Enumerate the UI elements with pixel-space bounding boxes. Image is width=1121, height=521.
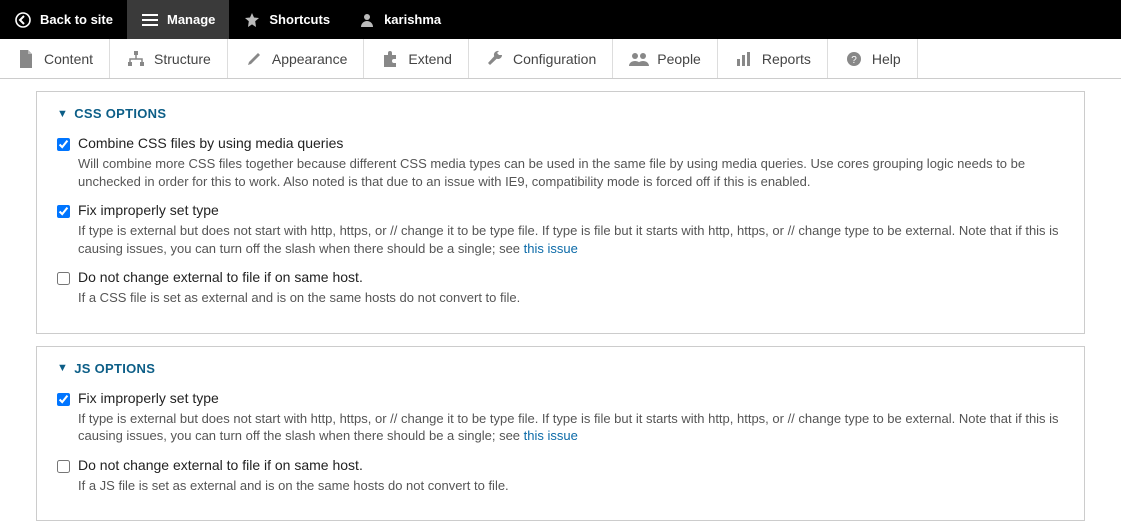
css-options-summary[interactable]: ▼ CSS OPTIONS: [37, 106, 1084, 131]
document-icon: [16, 49, 36, 69]
tab-reports-label: Reports: [762, 51, 811, 67]
back-to-site-link[interactable]: Back to site: [0, 0, 127, 39]
opt-fix-css-type-checkbox[interactable]: [57, 205, 70, 218]
opt-fix-js-type: Fix improperly set type If type is exter…: [37, 386, 1084, 453]
svg-text:?: ?: [851, 55, 857, 66]
opt-js-no-change-external-label: Do not change external to file if on sam…: [78, 457, 363, 473]
hamburger-icon: [141, 11, 159, 29]
opt-fix-js-type-checkbox[interactable]: [57, 393, 70, 406]
page-content: ▼ CSS OPTIONS Combine CSS files by using…: [0, 91, 1121, 521]
tab-extend-label: Extend: [408, 51, 452, 67]
opt-combine-css-desc: Will combine more CSS files together bec…: [78, 155, 1064, 190]
opt-fix-css-type: Fix improperly set type If type is exter…: [37, 198, 1084, 265]
chart-icon: [734, 49, 754, 69]
opt-css-no-change-external-row[interactable]: Do not change external to file if on sam…: [57, 269, 1064, 285]
back-arrow-icon: [14, 11, 32, 29]
opt-css-no-change-external: Do not change external to file if on sam…: [37, 265, 1084, 315]
tab-configuration-label: Configuration: [513, 51, 596, 67]
brush-icon: [244, 49, 264, 69]
opt-fix-js-type-label: Fix improperly set type: [78, 390, 219, 406]
tab-structure-label: Structure: [154, 51, 211, 67]
shortcuts-label: Shortcuts: [269, 12, 330, 27]
opt-fix-css-type-label: Fix improperly set type: [78, 202, 219, 218]
wrench-icon: [485, 49, 505, 69]
caret-down-icon: ▼: [57, 108, 68, 120]
tab-help-label: Help: [872, 51, 901, 67]
back-to-site-label: Back to site: [40, 12, 113, 27]
opt-js-no-change-external: Do not change external to file if on sam…: [37, 453, 1084, 503]
css-options-title: CSS OPTIONS: [74, 106, 166, 121]
user-menu[interactable]: karishma: [344, 0, 455, 39]
puzzle-icon: [380, 49, 400, 69]
user-label: karishma: [384, 12, 441, 27]
js-options-fieldset: ▼ JS OPTIONS Fix improperly set type If …: [36, 346, 1085, 521]
admin-topbar: Back to site Manage Shortcuts karishma: [0, 0, 1121, 39]
js-options-summary[interactable]: ▼ JS OPTIONS: [37, 361, 1084, 386]
tab-appearance[interactable]: Appearance: [228, 39, 365, 78]
css-options-fieldset: ▼ CSS OPTIONS Combine CSS files by using…: [36, 91, 1085, 334]
this-issue-link-css[interactable]: this issue: [524, 241, 578, 256]
tab-content-label: Content: [44, 51, 93, 67]
opt-fix-js-type-row[interactable]: Fix improperly set type: [57, 390, 1064, 406]
opt-css-no-change-external-label: Do not change external to file if on sam…: [78, 269, 363, 285]
tab-appearance-label: Appearance: [272, 51, 348, 67]
opt-css-no-change-external-checkbox[interactable]: [57, 272, 70, 285]
opt-combine-css-checkbox[interactable]: [57, 138, 70, 151]
tab-structure[interactable]: Structure: [110, 39, 228, 78]
tab-content[interactable]: Content: [0, 39, 110, 78]
js-options-title: JS OPTIONS: [74, 361, 155, 376]
tab-configuration[interactable]: Configuration: [469, 39, 613, 78]
opt-fix-js-type-desc: If type is external but does not start w…: [78, 410, 1064, 445]
opt-combine-css-label: Combine CSS files by using media queries: [78, 135, 343, 151]
opt-css-no-change-external-desc: If a CSS file is set as external and is …: [78, 289, 1064, 307]
opt-js-no-change-external-checkbox[interactable]: [57, 460, 70, 473]
shortcuts-link[interactable]: Shortcuts: [229, 0, 344, 39]
people-icon: [629, 49, 649, 69]
tab-help[interactable]: ? Help: [828, 39, 918, 78]
opt-fix-css-type-row[interactable]: Fix improperly set type: [57, 202, 1064, 218]
help-icon: ?: [844, 49, 864, 69]
opt-js-no-change-external-desc: If a JS file is set as external and is o…: [78, 477, 1064, 495]
tab-extend[interactable]: Extend: [364, 39, 469, 78]
manage-label: Manage: [167, 12, 215, 27]
manage-link[interactable]: Manage: [127, 0, 229, 39]
caret-down-icon: ▼: [57, 362, 68, 374]
opt-fix-css-type-desc: If type is external but does not start w…: [78, 222, 1064, 257]
opt-js-no-change-external-row[interactable]: Do not change external to file if on sam…: [57, 457, 1064, 473]
sitemap-icon: [126, 49, 146, 69]
opt-combine-css: Combine CSS files by using media queries…: [37, 131, 1084, 198]
tab-people[interactable]: People: [613, 39, 718, 78]
admin-menu: Content Structure Appearance Extend Conf…: [0, 39, 1121, 79]
this-issue-link-js[interactable]: this issue: [524, 428, 578, 443]
tab-reports[interactable]: Reports: [718, 39, 828, 78]
star-icon: [243, 11, 261, 29]
tab-people-label: People: [657, 51, 701, 67]
user-icon: [358, 11, 376, 29]
opt-combine-css-row[interactable]: Combine CSS files by using media queries: [57, 135, 1064, 151]
